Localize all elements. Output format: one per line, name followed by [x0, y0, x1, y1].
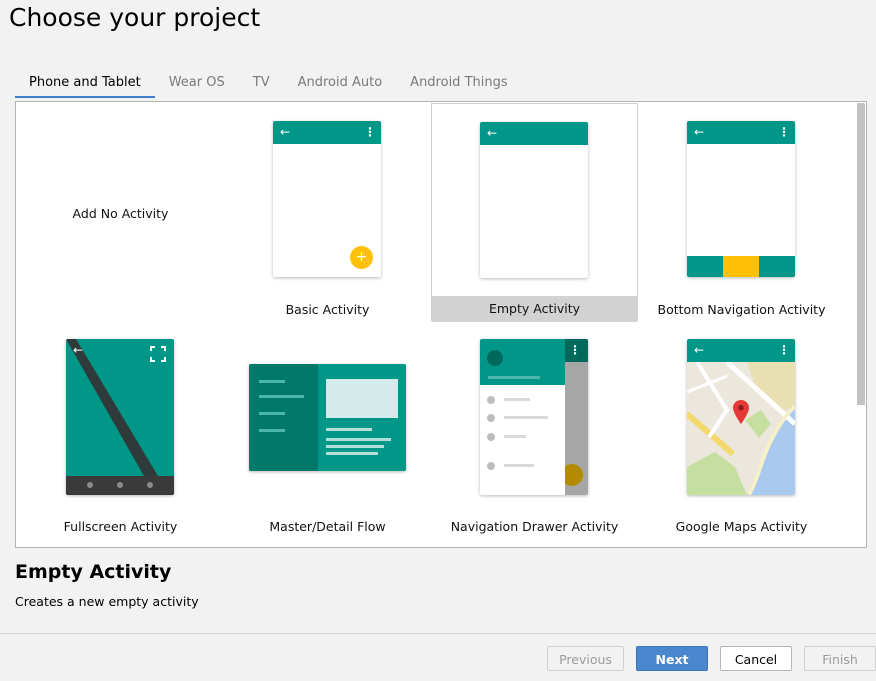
template-fullscreen-activity[interactable]: ← Fullscreen Activity [17, 322, 224, 540]
tab-android-auto[interactable]: Android Auto [284, 70, 397, 98]
overflow-menu-icon: ⋮ [778, 343, 790, 357]
template-label: Master/Detail Flow [269, 519, 386, 534]
footer-divider [0, 633, 876, 634]
tab-android-things[interactable]: Android Things [396, 70, 521, 98]
bottom-navigation-preview: ← ⋮ [687, 121, 795, 277]
map-illustration [687, 362, 795, 495]
page-title: Choose your project [9, 3, 261, 32]
back-arrow-icon: ← [73, 343, 84, 357]
selected-template-title: Empty Activity [15, 561, 172, 583]
gallery-scrollbar[interactable] [857, 103, 865, 405]
template-basic-activity[interactable]: ← ⋮ + Basic Activity [224, 103, 431, 321]
previous-button[interactable]: Previous [547, 646, 624, 671]
fullscreen-icon [150, 346, 166, 362]
template-bottom-navigation-activity[interactable]: ← ⋮ Bottom Navigation Activity [638, 103, 845, 321]
template-navigation-drawer-activity[interactable]: ⋮ Navigation Drawer Activity [431, 322, 638, 540]
back-arrow-icon: ← [694, 343, 705, 357]
template-master-detail-flow[interactable]: Master/Detail Flow [224, 322, 431, 540]
finish-button[interactable]: Finish [804, 646, 876, 671]
template-label: Empty Activity [432, 296, 637, 322]
master-detail-preview [249, 364, 406, 471]
next-button[interactable]: Next [636, 646, 708, 671]
template-add-no-activity[interactable]: Add No Activity [17, 103, 224, 321]
template-label: Google Maps Activity [675, 519, 808, 534]
tab-wear-os[interactable]: Wear OS [155, 70, 239, 98]
back-arrow-icon: ← [280, 125, 291, 139]
back-arrow-icon: ← [487, 126, 498, 140]
empty-activity-preview: ← [480, 122, 588, 278]
fullscreen-activity-preview: ← [66, 339, 174, 495]
tab-phone-and-tablet[interactable]: Phone and Tablet [15, 70, 155, 98]
google-maps-preview: ← ⋮ [687, 339, 795, 495]
cancel-button[interactable]: Cancel [720, 646, 792, 671]
template-label: Fullscreen Activity [63, 519, 178, 534]
master-detail-illustration [249, 364, 398, 471]
tab-tv[interactable]: TV [239, 70, 284, 98]
template-google-maps-activity[interactable]: ← ⋮ Google Maps Activity [638, 322, 845, 540]
selected-template-description: Creates a new empty activity [15, 594, 199, 609]
fullscreen-illustration [66, 339, 174, 495]
basic-activity-preview: ← ⋮ + [273, 121, 381, 277]
overflow-menu-icon: ⋮ [778, 125, 790, 139]
template-label: Bottom Navigation Activity [657, 302, 826, 317]
plus-icon: + [350, 246, 373, 269]
template-label: Navigation Drawer Activity [450, 519, 619, 534]
overflow-menu-icon: ⋮ [569, 343, 581, 357]
overflow-menu-icon: ⋮ [364, 125, 376, 139]
category-tabs: Phone and Tablet Wear OS TV Android Auto… [15, 70, 522, 100]
bottom-navigation-bar [687, 256, 795, 277]
template-gallery: Add No Activity ← ⋮ + Basic Activity ← E… [15, 101, 867, 548]
navigation-drawer-illustration [480, 339, 588, 495]
template-empty-activity[interactable]: ← Empty Activity [431, 103, 638, 322]
map-pin-icon [733, 400, 749, 424]
template-label: Basic Activity [285, 302, 370, 317]
navigation-drawer-preview: ⋮ [480, 339, 588, 495]
template-label: Add No Activity [72, 206, 169, 221]
back-arrow-icon: ← [694, 125, 705, 139]
